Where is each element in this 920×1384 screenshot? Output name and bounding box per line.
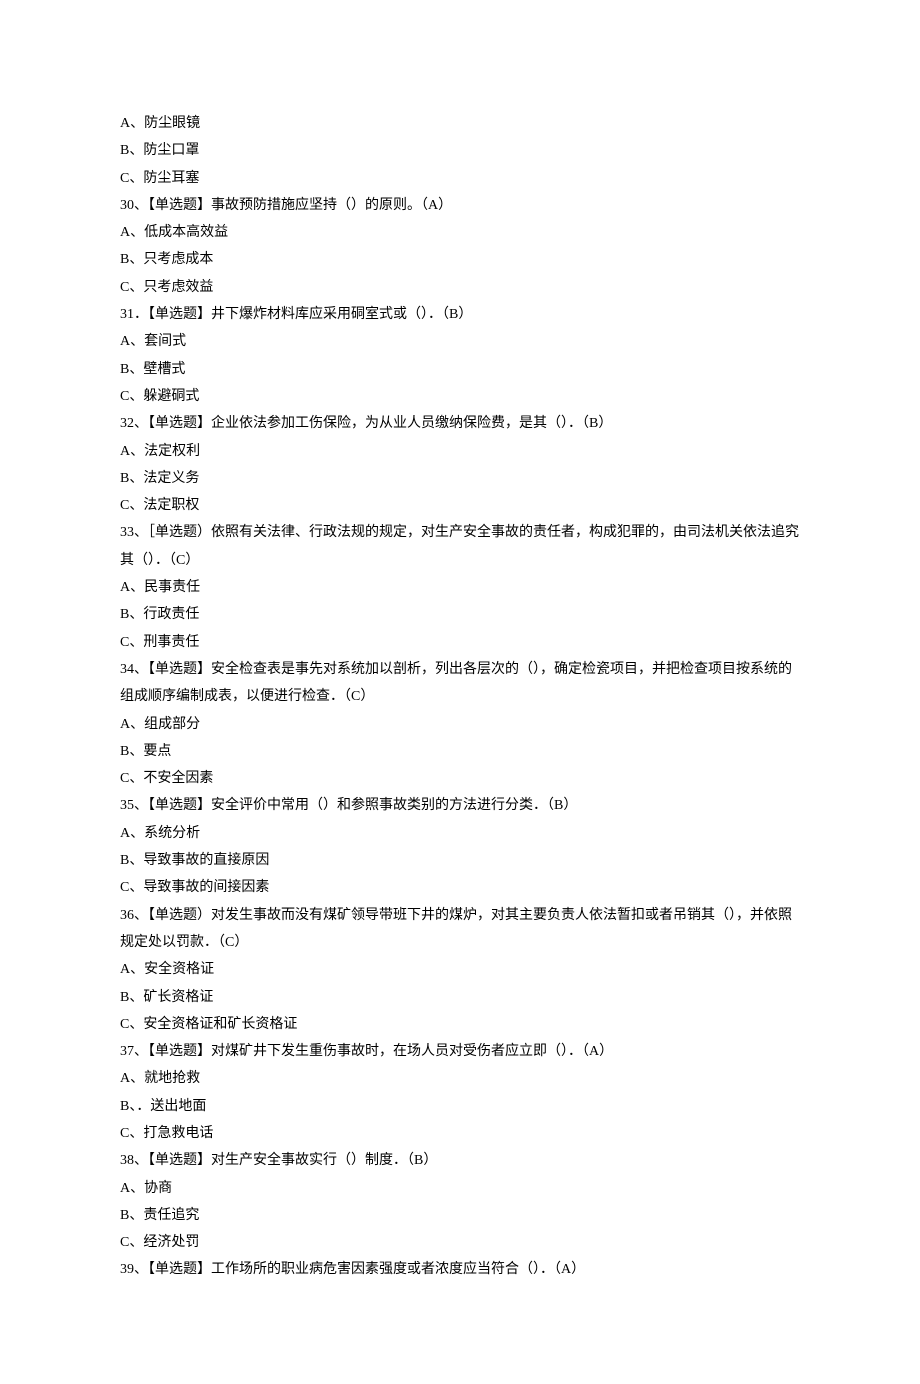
text-line: B、导致事故的直接原因	[120, 847, 800, 874]
text-line: A、组成部分	[120, 711, 800, 738]
text-line: A、法定权利	[120, 438, 800, 465]
text-line: C、法定职权	[120, 492, 800, 519]
text-line: A、防尘眼镜	[120, 110, 800, 137]
text-line: C、刑事责任	[120, 629, 800, 656]
text-line: A、协商	[120, 1175, 800, 1202]
text-line: B、壁槽式	[120, 356, 800, 383]
text-line: C、不安全因素	[120, 765, 800, 792]
text-line: 39、【单选题】工作场所的职业病危害因素强度或者浓度应当符合（）．（A）	[120, 1256, 800, 1283]
text-line: A、就地抢救	[120, 1065, 800, 1092]
text-line: A、安全资格证	[120, 956, 800, 983]
text-line: C、防尘耳塞	[120, 165, 800, 192]
text-line: 31．【单选题】井下爆炸材料库应采用硐室式或（）．（B）	[120, 301, 800, 328]
text-line: B、要点	[120, 738, 800, 765]
text-line: C、躲避硐式	[120, 383, 800, 410]
text-line: A、民事责任	[120, 574, 800, 601]
text-line: B、矿长资格证	[120, 984, 800, 1011]
text-line: 32、【单选题】企业依法参加工伤保险，为从业人员缴纳保险费，是其（）．（B）	[120, 410, 800, 437]
text-line: B、法定义务	[120, 465, 800, 492]
text-line: 37、【单选题】对煤矿井下发生重伤事故时，在场人员对受伤者应立即（）．（A）	[120, 1038, 800, 1065]
document-body: A、防尘眼镜B、防尘口罩C、防尘耳塞30、【单选题】事故预防措施应坚持（）的原则…	[120, 110, 800, 1284]
text-line: A、系统分析	[120, 820, 800, 847]
text-line: A、套间式	[120, 328, 800, 355]
text-line: C、只考虑效益	[120, 274, 800, 301]
text-line: 38、【单选题】对生产安全事故实行（）制度．（B）	[120, 1147, 800, 1174]
text-line: 33、［单选题）依照有关法律、行政法规的规定，对生产安全事故的责任者，构成犯罪的…	[120, 519, 800, 574]
text-line: C、打急救电话	[120, 1120, 800, 1147]
text-line: 35、【单选题】安全评价中常用（）和参照事故类别的方法进行分类．（B）	[120, 792, 800, 819]
text-line: 34、【单选题】安全检查表是事先对系统加以剖析，列出各层次的（），确定检瓷项目，…	[120, 656, 800, 711]
text-line: C、经济处罚	[120, 1229, 800, 1256]
text-line: A、低成本高效益	[120, 219, 800, 246]
text-line: B、责任追究	[120, 1202, 800, 1229]
text-line: B、．送出地面	[120, 1093, 800, 1120]
text-line: 36、【单选题）对发生事故而没有煤矿领导带班下井的煤炉，对其主要负责人依法暂扣或…	[120, 902, 800, 957]
text-line: 30、【单选题】事故预防措施应坚持（）的原则。（A）	[120, 192, 800, 219]
text-line: B、行政责任	[120, 601, 800, 628]
text-line: B、防尘口罩	[120, 137, 800, 164]
text-line: C、导致事故的间接因素	[120, 874, 800, 901]
text-line: B、只考虑成本	[120, 246, 800, 273]
text-line: C、安全资格证和矿长资格证	[120, 1011, 800, 1038]
